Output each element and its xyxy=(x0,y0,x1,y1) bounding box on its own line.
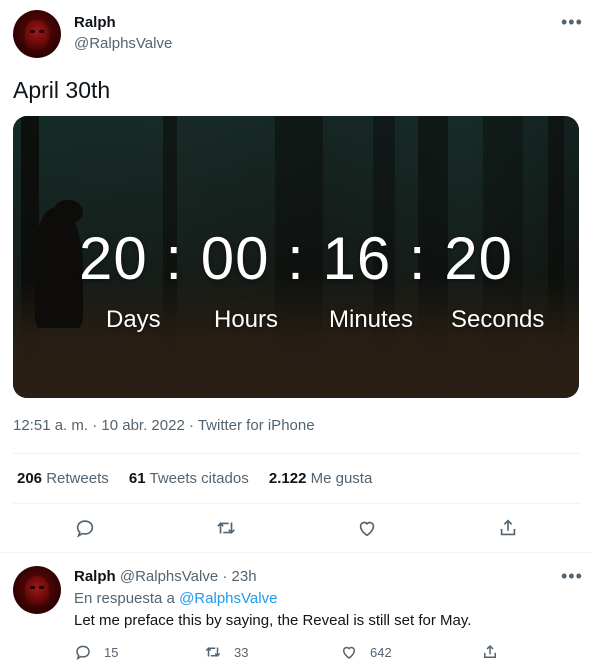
reply-text: Let me preface this by saying, the Revea… xyxy=(74,612,472,629)
tweet-timestamp[interactable]: 12:51 a. m. · 10 abr. 2022 · Twitter for… xyxy=(13,417,315,434)
divider xyxy=(13,453,580,454)
countdown-hours: 00 xyxy=(200,225,270,292)
label-minutes: Minutes xyxy=(329,306,414,333)
likes-count: 2.122 xyxy=(268,470,307,487)
divider xyxy=(0,552,593,553)
tweet-text: April 30th xyxy=(13,77,111,103)
reply-reply-icon[interactable] xyxy=(74,643,92,661)
retweets-label: Retweets xyxy=(46,470,109,487)
label-seconds: Seconds xyxy=(451,306,545,333)
in-reply-to: En respuesta a @RalphsValve xyxy=(74,590,277,607)
reply-icon[interactable] xyxy=(74,517,96,539)
reply-retweet-count: 33 xyxy=(234,645,249,660)
like-icon[interactable] xyxy=(356,517,378,539)
reply-time[interactable]: · 23h xyxy=(222,568,256,585)
reply-author-name[interactable]: Ralph xyxy=(74,568,116,585)
likes-stat[interactable]: 2.122 Me gusta xyxy=(269,470,372,487)
countdown-separator: : xyxy=(287,225,305,292)
author-handle[interactable]: @RalphsValve xyxy=(74,35,172,52)
tweet-stats: 206 Retweets 61 Tweets citados 2.122 Me … xyxy=(17,470,372,487)
reply-author-handle[interactable]: @RalphsValve xyxy=(120,568,218,585)
retweets-count: 206 xyxy=(17,470,43,487)
reply-author-avatar[interactable] xyxy=(13,566,61,614)
reply-header: Ralph @RalphsValve · 23h xyxy=(74,568,257,585)
divider xyxy=(13,503,580,504)
countdown-display: 20 : 00 : 16 : 20 xyxy=(13,224,579,293)
countdown-seconds: 20 xyxy=(444,225,514,292)
author-name[interactable]: Ralph xyxy=(74,14,116,31)
more-icon[interactable]: ••• xyxy=(561,12,583,33)
in-reply-handle-link[interactable]: @RalphsValve xyxy=(179,590,277,607)
quotes-count: 61 xyxy=(128,470,146,487)
reply-reply-count: 15 xyxy=(104,645,119,660)
countdown-days: 20 xyxy=(78,225,148,292)
reply-retweet-icon[interactable] xyxy=(204,643,222,661)
retweet-icon[interactable] xyxy=(215,517,237,539)
retweets-stat[interactable]: 206 Retweets xyxy=(17,470,113,487)
reply-like-count: 642 xyxy=(370,645,392,660)
quotes-label: Tweets citados xyxy=(149,470,249,487)
tweet-media-image[interactable]: 20 : 00 : 16 : 20 Days Hours Minutes Sec… xyxy=(13,116,579,398)
author-avatar[interactable] xyxy=(13,10,61,58)
likes-label: Me gusta xyxy=(310,470,373,487)
reply-like-icon[interactable] xyxy=(340,643,358,661)
share-icon[interactable] xyxy=(497,517,519,539)
label-days: Days xyxy=(106,306,161,333)
reply-share-icon[interactable] xyxy=(481,643,499,661)
reply-more-icon[interactable]: ••• xyxy=(561,566,583,587)
countdown-minutes: 16 xyxy=(322,225,392,292)
label-hours: Hours xyxy=(214,306,279,333)
countdown-separator: : xyxy=(408,225,427,292)
in-reply-prefix: En respuesta a xyxy=(74,590,175,607)
countdown-separator: : xyxy=(165,225,184,292)
quotes-stat[interactable]: 61 Tweets citados xyxy=(129,470,253,487)
